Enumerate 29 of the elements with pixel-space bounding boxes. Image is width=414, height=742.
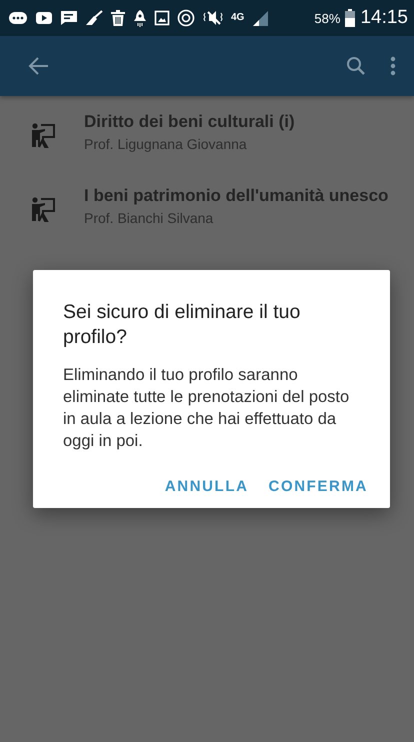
teacher-name: Prof. Ligugnana Giovanna bbox=[84, 136, 248, 152]
signal-icon bbox=[251, 10, 270, 26]
teacher-board-icon bbox=[30, 122, 56, 148]
course-title: I beni patrimonio dell'umanità unesco bbox=[84, 186, 388, 206]
more-options-icon bbox=[390, 56, 396, 76]
course-list-item[interactable]: I beni patrimonio dell'umanità unesco Prof. Bianchi Silvana bbox=[0, 172, 414, 246]
course-title: Diritto dei beni culturali (i) bbox=[84, 112, 295, 132]
broom-icon bbox=[85, 10, 103, 26]
back-arrow-icon bbox=[28, 56, 50, 76]
dialog-action-button[interactable]: CONFERMA bbox=[268, 474, 368, 499]
course-list-item[interactable]: Diritto dei beni culturali (i) Prof. Ligugnana Giovanna bbox=[0, 98, 414, 172]
battery-icon bbox=[345, 9, 356, 27]
target-icon bbox=[177, 9, 195, 27]
rocket-icon bbox=[133, 10, 147, 26]
dialog-message: Eliminando il tuo profilo saranno eliminate tutte le prenotazioni del posto in aula a lezione che hai effettuato da oggi in poi. bbox=[63, 365, 350, 452]
mute-icon bbox=[202, 10, 224, 26]
clock: 14:15 bbox=[360, 7, 408, 29]
network-type: 4G bbox=[231, 13, 244, 23]
dialog-action-button[interactable]: ANNULLA bbox=[164, 474, 249, 499]
dialog-title: Sei sicuro di eliminare il tuo profilo? bbox=[63, 300, 302, 350]
image-icon bbox=[154, 10, 170, 26]
teacher-name: Prof. Bianchi Silvana bbox=[84, 210, 214, 226]
trash-icon bbox=[110, 10, 126, 26]
battery-percentage: 58% bbox=[314, 10, 340, 26]
search-icon bbox=[346, 56, 366, 76]
video-icon bbox=[35, 11, 53, 25]
chat-icon bbox=[8, 10, 28, 26]
message-icon bbox=[60, 10, 78, 26]
teacher-board-icon bbox=[30, 196, 56, 222]
